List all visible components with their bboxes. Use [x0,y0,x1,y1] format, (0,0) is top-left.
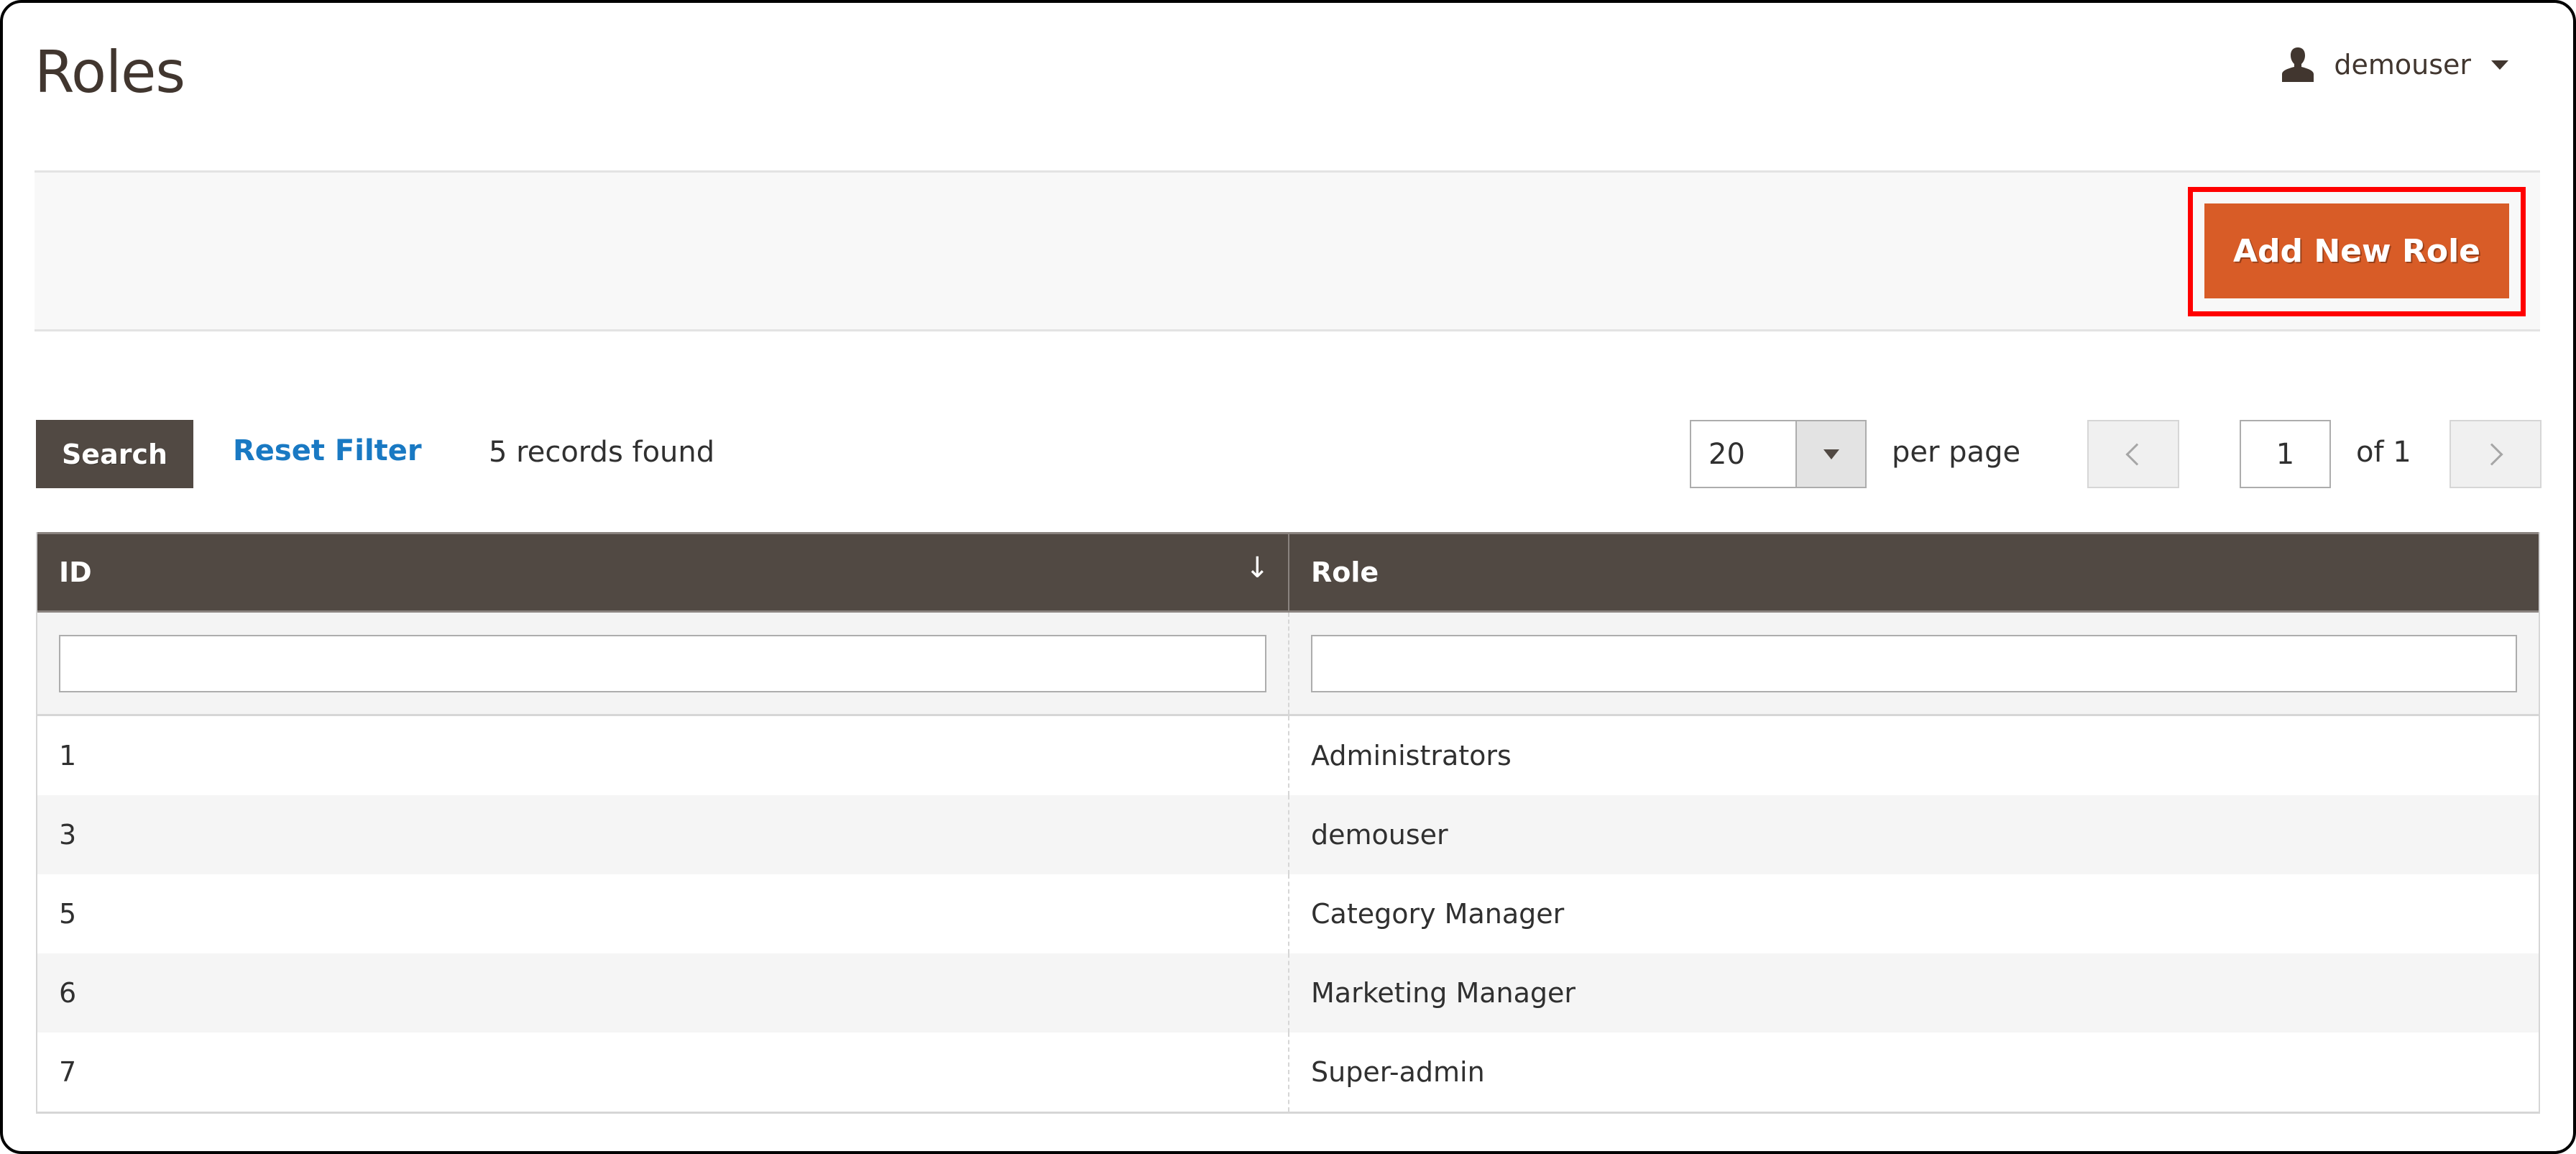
page-actions-bar [34,170,2540,331]
table-row[interactable]: 5 Category Manager [37,874,2539,953]
column-header-id[interactable]: ID ↓ [37,534,1289,610]
user-account-menu[interactable]: demouser [2278,45,2508,85]
cell-role: Marketing Manager [1311,977,1576,1009]
cell-id: 5 [37,874,1289,953]
filter-row [37,613,2539,716]
total-pages-label: of 1 [2356,436,2411,469]
records-found-count: 5 records found [489,436,715,469]
per-page-label: per page [1892,436,2021,469]
id-filter-input[interactable] [59,634,1266,692]
grid-header: ID ↓ Role [37,532,2539,613]
search-button[interactable]: Search [36,420,193,488]
page-title: Roles [34,39,185,106]
column-header-label: Role [1311,557,1379,588]
cell-id: 1 [37,716,1289,795]
cell-id: 6 [37,953,1289,1032]
role-filter-input[interactable] [1311,634,2517,692]
current-page-input[interactable] [2240,420,2331,488]
cell-role: Category Manager [1311,898,1565,930]
column-header-role[interactable]: Role [1289,534,2539,610]
cell-role: demouser [1311,819,1448,851]
table-row[interactable]: 3 demouser [37,795,2539,874]
previous-page-button[interactable] [2087,420,2179,488]
table-row[interactable]: 6 Marketing Manager [37,953,2539,1032]
cell-role: Super-admin [1311,1056,1485,1088]
table-row[interactable]: 7 Super-admin [37,1032,2539,1112]
cell-role: Administrators [1311,740,1512,771]
chevron-right-icon [2480,442,2503,466]
reset-filter-link[interactable]: Reset Filter [233,434,422,467]
per-page-value: 20 [1708,437,1745,471]
next-page-button[interactable] [2450,420,2542,488]
table-row[interactable]: 1 Administrators [37,716,2539,795]
per-page-dropdown-toggle[interactable] [1795,421,1865,487]
column-header-label: ID [59,557,92,588]
cell-id: 3 [37,795,1289,874]
per-page-select[interactable]: 20 [1690,420,1867,488]
grid-body: 1 Administrators 3 demouser 5 Category M… [37,716,2539,1112]
page-frame: Roles demouser Add New Role Search Reset… [0,0,2576,1154]
user-icon [2282,47,2314,82]
chevron-down-icon [2491,60,2508,70]
add-new-role-button[interactable]: Add New Role [2204,203,2509,298]
username: demouser [2334,49,2471,81]
filter-cell-role [1289,613,2539,714]
sort-descending-icon: ↓ [1245,551,1269,585]
chevron-left-icon [2125,442,2148,466]
cell-id: 7 [37,1032,1289,1112]
caret-down-icon [1823,449,1839,459]
roles-grid: ID ↓ Role 1 Administrators 3 demouser 5 … [36,532,2540,1114]
filter-cell-id [37,613,1289,714]
